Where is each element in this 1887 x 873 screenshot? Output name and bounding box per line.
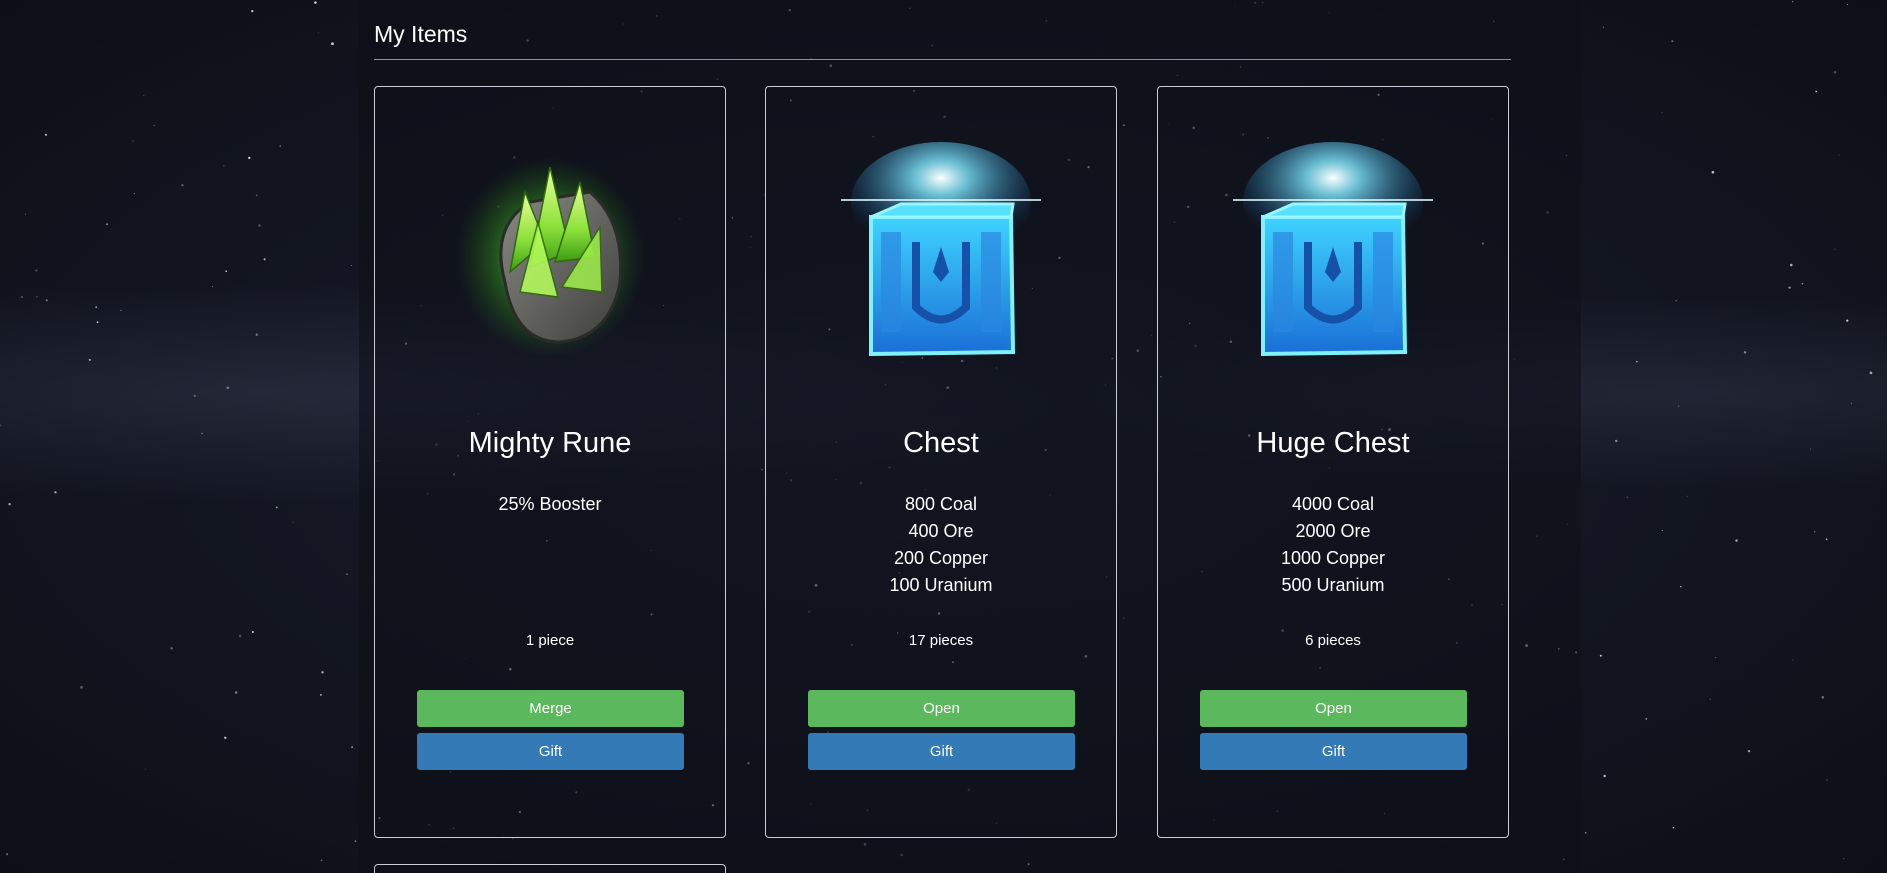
item-content-line: 200 Copper bbox=[893, 548, 989, 568]
gift-button[interactable]: Gift bbox=[808, 733, 1075, 770]
item-content-line: 25% Booster bbox=[498, 494, 602, 514]
title-divider bbox=[374, 59, 1511, 60]
item-card-huge-chest: Huge Chest 4000 Coal 2000 Ore 1000 Coppe… bbox=[1157, 86, 1509, 838]
item-name: Chest bbox=[903, 427, 979, 459]
item-count: 1 piece bbox=[525, 632, 575, 649]
item-card-chest: Chest 800 Coal 400 Ore 200 Copper 100 Ur… bbox=[765, 86, 1117, 838]
open-button[interactable]: Open bbox=[1200, 690, 1467, 727]
item-count: 6 pieces bbox=[1305, 632, 1361, 649]
blue-glowing-chest-icon bbox=[1233, 142, 1433, 357]
item-content-line: 100 Uranium bbox=[889, 575, 993, 595]
item-content-line: 4000 Coal bbox=[1291, 494, 1375, 514]
item-contents: 800 Coal 400 Ore 200 Copper 100 Uranium bbox=[766, 491, 1116, 599]
item-contents: 25% Booster bbox=[375, 491, 725, 518]
item-name: Huge Chest bbox=[1256, 427, 1410, 459]
item-content-line: 400 Ore bbox=[908, 521, 974, 541]
item-content-line: 800 Coal bbox=[904, 494, 978, 514]
item-content-line: 2000 Ore bbox=[1295, 521, 1371, 541]
gift-button[interactable]: Gift bbox=[1200, 733, 1467, 770]
main-container: My Items Mighty Rune 25% Booster 1 piece… bbox=[359, 0, 1581, 873]
merge-button[interactable]: Merge bbox=[417, 690, 684, 727]
item-content-line: 500 Uranium bbox=[1281, 575, 1385, 595]
blue-glowing-chest-icon bbox=[841, 142, 1041, 357]
item-name: Mighty Rune bbox=[468, 427, 632, 459]
page-title: My Items bbox=[374, 21, 468, 47]
green-crystal-rune-icon bbox=[455, 157, 645, 357]
item-count: 17 pieces bbox=[908, 632, 974, 649]
item-card-partial bbox=[374, 864, 726, 873]
item-content-line: 1000 Copper bbox=[1280, 548, 1386, 568]
item-card-mighty-rune: Mighty Rune 25% Booster 1 piece Merge Gi… bbox=[374, 86, 726, 838]
gift-button[interactable]: Gift bbox=[417, 733, 684, 770]
item-contents: 4000 Coal 2000 Ore 1000 Copper 500 Urani… bbox=[1158, 491, 1508, 599]
open-button[interactable]: Open bbox=[808, 690, 1075, 727]
